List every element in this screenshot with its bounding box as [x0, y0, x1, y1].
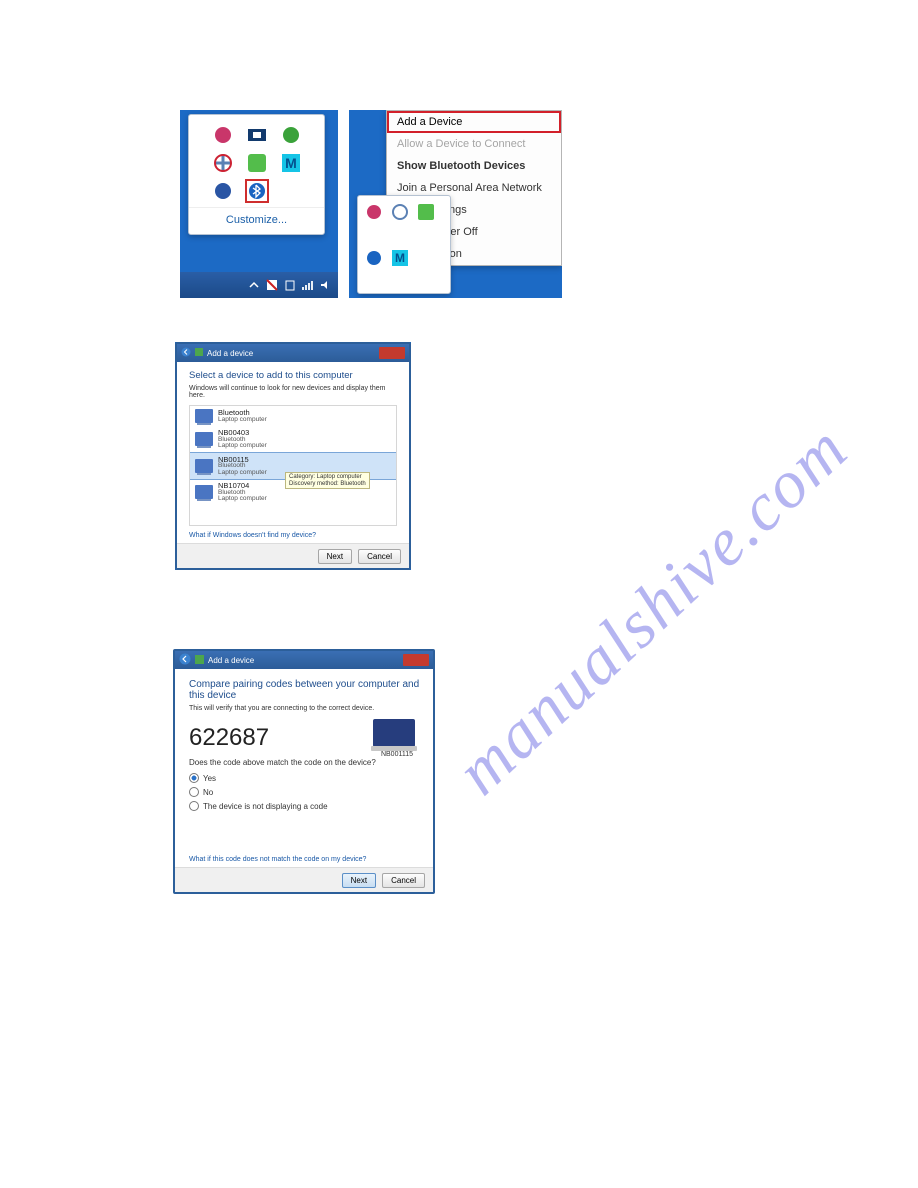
tray-icon-globe[interactable]	[213, 181, 233, 201]
back-icon[interactable]	[181, 347, 191, 359]
laptop-icon	[195, 485, 213, 499]
tray-icon-bluetooth[interactable]	[245, 179, 269, 203]
tray-icon-app1[interactable]	[213, 125, 233, 145]
titlebar: Add a device	[177, 344, 409, 362]
customize-link[interactable]: Customize...	[189, 207, 324, 234]
tray-icon-app4[interactable]	[213, 153, 233, 173]
tray-icon-grid: M	[189, 115, 324, 207]
wizard-window: Add a device Select a device to add to t…	[175, 342, 411, 570]
battery-icon[interactable]	[284, 279, 296, 291]
wizard-heading: Compare pairing codes between your compu…	[189, 679, 423, 701]
network-icon[interactable]	[302, 279, 314, 291]
menu-show-devices[interactable]: Show Bluetooth Devices	[387, 155, 561, 177]
tray-icon-app1-b[interactable]	[364, 202, 384, 222]
watermark-text: manualshive.com	[441, 409, 863, 811]
help-link[interactable]: What if Windows doesn't find my device?	[189, 532, 397, 539]
laptop-icon	[195, 409, 213, 423]
next-button[interactable]: Next	[342, 873, 376, 888]
wizard-body: Compare pairing codes between your compu…	[175, 669, 433, 867]
window-title: Add a device	[207, 349, 253, 358]
screenshot-tray: M Customize...	[180, 110, 338, 298]
device-tooltip: Category: Laptop computerDiscovery metho…	[285, 472, 370, 489]
partial-tray: M	[357, 195, 451, 294]
action-center-icon[interactable]	[266, 279, 278, 291]
taskbar	[180, 272, 338, 298]
tray-icon-app3[interactable]	[281, 125, 301, 145]
close-button[interactable]	[403, 654, 429, 666]
app-icon	[195, 348, 203, 358]
tray-icon-bluetooth-b[interactable]	[364, 248, 384, 268]
tray-icon-app4-b[interactable]	[390, 202, 410, 222]
back-icon[interactable]	[179, 653, 191, 667]
screenshot-add-device-list: Add a device Select a device to add to t…	[175, 342, 411, 570]
tray-chevron-icon[interactable]	[248, 279, 260, 291]
tray-icon-m[interactable]: M	[281, 153, 301, 173]
device-row[interactable]: NB00403BluetoothLaptop computer	[190, 426, 396, 453]
help-link[interactable]: What if this code does not match the cod…	[189, 856, 423, 863]
menu-add-device[interactable]: Add a Device	[387, 111, 561, 133]
titlebar: Add a device	[175, 651, 433, 669]
wizard-window: Add a device Compare pairing codes betwe…	[173, 649, 435, 894]
menu-allow-connect: Allow a Device to Connect	[387, 133, 561, 155]
tray-icon-m-b[interactable]: M	[390, 248, 410, 268]
laptop-icon	[195, 459, 213, 473]
screenshot-pairing-code: Add a device Compare pairing codes betwe…	[173, 649, 435, 894]
tray-icon-app5-b[interactable]	[416, 202, 436, 222]
app-icon	[195, 655, 204, 666]
wizard-footer: Next Cancel	[177, 543, 409, 568]
screenshot-context-menu: Add a Device Allow a Device to Connect S…	[349, 110, 562, 298]
tray-icon-app5[interactable]	[247, 153, 267, 173]
radio-icon	[189, 787, 199, 797]
device-row[interactable]: BluetoothLaptop computer	[190, 406, 396, 426]
cancel-button[interactable]: Cancel	[382, 873, 425, 888]
next-button[interactable]: Next	[318, 549, 352, 564]
laptop-icon	[373, 719, 415, 747]
device-list[interactable]: BluetoothLaptop computer NB00403Bluetoot…	[189, 405, 397, 526]
wizard-body: Select a device to add to this computer …	[177, 362, 409, 543]
svg-text:M: M	[395, 251, 405, 265]
device-name-label: NB001115	[381, 751, 413, 758]
match-question: Does the code above match the code on th…	[189, 758, 423, 767]
wizard-heading: Select a device to add to this computer	[189, 370, 397, 381]
radio-icon	[189, 801, 199, 811]
tray-popup: M Customize...	[188, 114, 325, 235]
tray-icon-app2[interactable]	[247, 125, 267, 145]
wizard-footer: Next Cancel	[175, 867, 433, 892]
wizard-subtitle: Windows will continue to look for new de…	[189, 385, 397, 399]
verify-text: This will verify that you are connecting…	[189, 705, 423, 712]
option-yes[interactable]: Yes	[189, 773, 423, 783]
window-title: Add a device	[208, 656, 254, 665]
radio-icon	[189, 773, 199, 783]
svg-text:M: M	[285, 155, 297, 171]
close-button[interactable]	[379, 347, 405, 359]
laptop-icon	[195, 432, 213, 446]
option-no[interactable]: No	[189, 787, 423, 797]
cancel-button[interactable]: Cancel	[358, 549, 401, 564]
option-not-displaying[interactable]: The device is not displaying a code	[189, 801, 423, 811]
volume-icon[interactable]	[320, 279, 332, 291]
